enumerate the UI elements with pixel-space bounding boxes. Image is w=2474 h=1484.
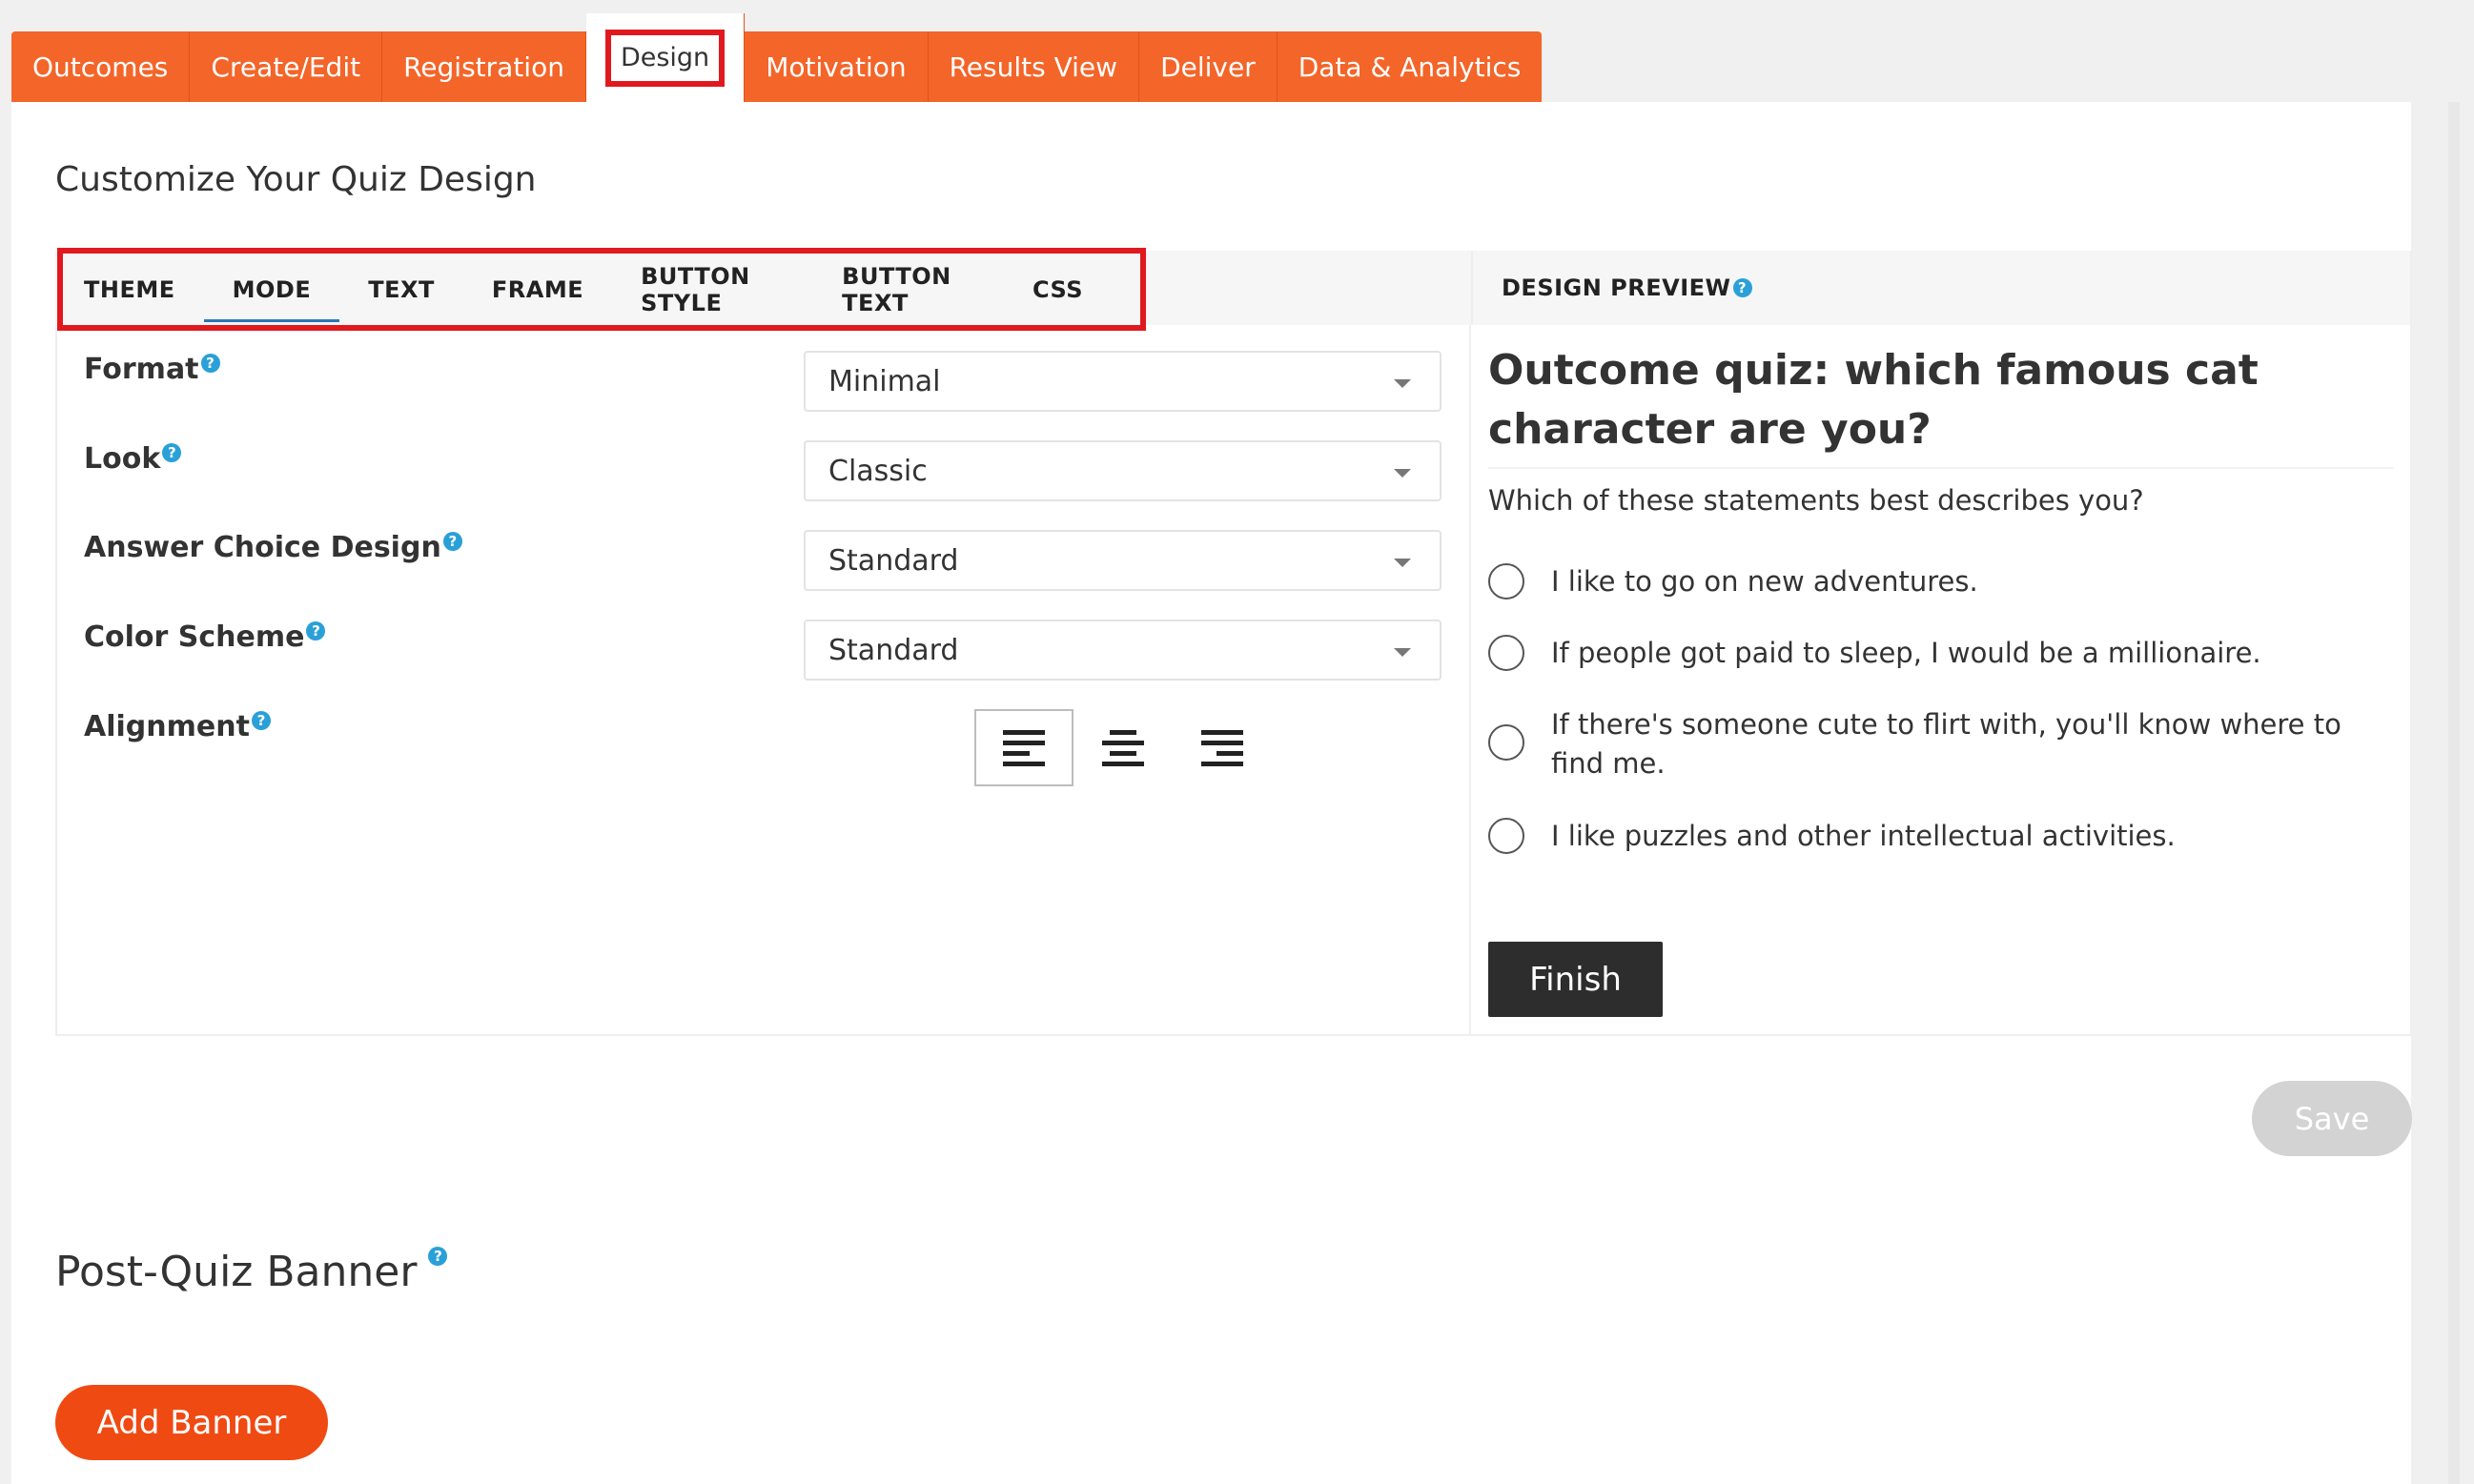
help-icon[interactable]: ? bbox=[162, 443, 182, 462]
color-scheme-select[interactable]: Standard bbox=[804, 620, 1441, 681]
radio-button[interactable] bbox=[1488, 724, 1524, 761]
color-scheme-value: Standard bbox=[828, 633, 959, 667]
format-select[interactable]: Minimal bbox=[804, 351, 1441, 412]
answer-choice-design-label: Answer Choice Design? bbox=[84, 531, 462, 564]
help-icon[interactable]: ? bbox=[442, 532, 462, 551]
look-label: Look? bbox=[84, 442, 182, 476]
scrollbar[interactable] bbox=[2448, 102, 2460, 1484]
tab-deliver[interactable]: Deliver bbox=[1139, 31, 1278, 102]
answer-choice-design-select[interactable]: Standard bbox=[804, 530, 1441, 591]
design-preview-header: DESIGN PREVIEW ? bbox=[1471, 251, 2410, 325]
caret-down-icon bbox=[1394, 648, 1411, 657]
tab-design[interactable]: Design bbox=[585, 13, 746, 102]
caret-down-icon bbox=[1394, 559, 1411, 567]
align-center-icon bbox=[1102, 729, 1144, 766]
subtab-mode[interactable]: MODE bbox=[203, 254, 340, 325]
answer-label: I like to go on new adventures. bbox=[1551, 565, 1978, 598]
preview-question: Which of these statements best describes… bbox=[1488, 484, 2144, 517]
post-quiz-banner-title: Post-Quiz Banner? bbox=[55, 1247, 448, 1296]
color-scheme-label-text: Color Scheme bbox=[84, 620, 305, 654]
answer-label: If people got paid to sleep, I would be … bbox=[1551, 637, 2261, 669]
look-select[interactable]: Classic bbox=[804, 440, 1441, 501]
help-icon[interactable]: ? bbox=[200, 354, 220, 373]
banner-title-text: Post-Quiz Banner bbox=[55, 1248, 418, 1296]
align-right-icon bbox=[1201, 729, 1243, 766]
editor-divider bbox=[1469, 325, 1471, 1036]
align-right-button[interactable] bbox=[1173, 709, 1272, 786]
alignment-label: Alignment? bbox=[84, 710, 271, 743]
answer-label: If there's someone cute to flirt with, y… bbox=[1551, 708, 2341, 780]
answer-option[interactable]: I like to go on new adventures. bbox=[1488, 562, 2384, 601]
tab-outcomes[interactable]: Outcomes bbox=[11, 31, 191, 102]
answer-option[interactable]: If people got paid to sleep, I would be … bbox=[1488, 634, 2384, 673]
top-nav: Outcomes Create/Edit Registration Design… bbox=[11, 13, 1543, 102]
design-preview-label: DESIGN PREVIEW bbox=[1502, 274, 1731, 301]
subtab-theme[interactable]: THEME bbox=[84, 254, 204, 325]
subtab-button-text[interactable]: BUTTON TEXT bbox=[842, 254, 1004, 325]
radio-button[interactable] bbox=[1488, 563, 1524, 600]
tab-design-label: Design bbox=[604, 29, 726, 87]
subtab-button-style[interactable]: BUTTON STYLE bbox=[641, 254, 813, 325]
preview-finish-button[interactable]: Finish bbox=[1488, 942, 1663, 1017]
format-value: Minimal bbox=[828, 364, 941, 398]
answer-choice-value: Standard bbox=[828, 543, 959, 578]
look-label-text: Look bbox=[84, 442, 161, 476]
alignment-label-text: Alignment bbox=[84, 710, 250, 743]
subtab-text[interactable]: TEXT bbox=[368, 254, 463, 325]
answer-option[interactable]: I like puzzles and other intellectual ac… bbox=[1488, 817, 2384, 856]
answer-label: I like puzzles and other intellectual ac… bbox=[1551, 820, 2176, 852]
format-label-text: Format bbox=[84, 353, 199, 386]
caret-down-icon bbox=[1394, 469, 1411, 478]
color-scheme-label: Color Scheme? bbox=[84, 620, 326, 654]
help-icon[interactable]: ? bbox=[306, 621, 326, 640]
align-left-icon bbox=[1003, 729, 1045, 766]
tab-registration[interactable]: Registration bbox=[382, 31, 586, 102]
align-center-button[interactable] bbox=[1073, 709, 1173, 786]
tab-data-analytics[interactable]: Data & Analytics bbox=[1277, 31, 1543, 102]
tab-motivation[interactable]: Motivation bbox=[745, 31, 929, 102]
help-icon[interactable]: ? bbox=[428, 1247, 448, 1266]
tab-create-edit[interactable]: Create/Edit bbox=[190, 31, 383, 102]
save-button[interactable]: Save bbox=[2252, 1081, 2412, 1156]
format-label: Format? bbox=[84, 353, 220, 386]
preview-quiz-title: Outcome quiz: which famous cat character… bbox=[1488, 346, 2259, 454]
design-subtabs: THEME MODE TEXT FRAME BUTTON STYLE BUTTO… bbox=[57, 248, 1146, 331]
radio-button[interactable] bbox=[1488, 635, 1524, 671]
subtab-frame[interactable]: FRAME bbox=[492, 254, 612, 325]
add-banner-button[interactable]: Add Banner bbox=[55, 1385, 328, 1460]
preview-divider bbox=[1488, 467, 2394, 469]
answer-option[interactable]: If there's someone cute to flirt with, y… bbox=[1488, 705, 2384, 783]
align-left-button[interactable] bbox=[974, 709, 1073, 786]
help-icon[interactable]: ? bbox=[1732, 278, 1752, 297]
help-icon[interactable]: ? bbox=[251, 711, 271, 730]
subtab-css[interactable]: CSS bbox=[1033, 254, 1112, 325]
radio-button[interactable] bbox=[1488, 818, 1524, 854]
alignment-toggle bbox=[974, 709, 1272, 786]
answer-choice-label-text: Answer Choice Design bbox=[84, 531, 441, 564]
design-section-title: Customize Your Quiz Design bbox=[55, 160, 537, 199]
caret-down-icon bbox=[1394, 379, 1411, 388]
look-value: Classic bbox=[828, 454, 928, 488]
tab-results-view[interactable]: Results View bbox=[928, 31, 1140, 102]
